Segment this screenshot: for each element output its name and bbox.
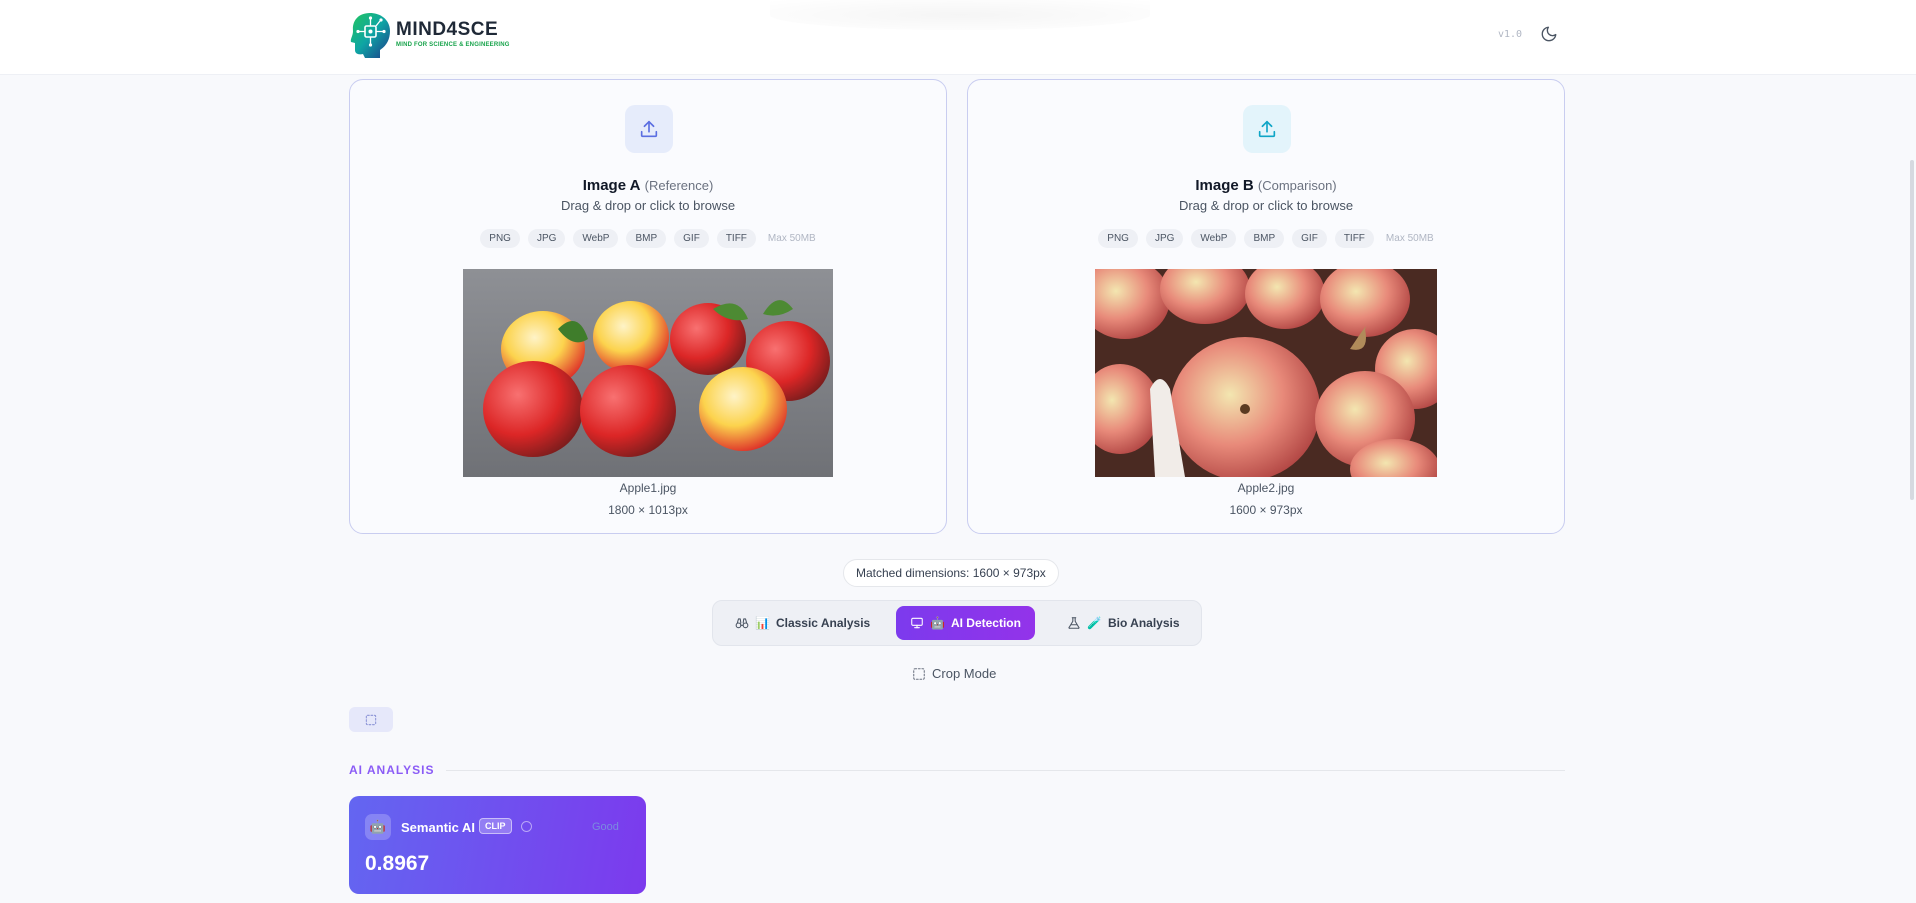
brain-head-icon (348, 10, 392, 60)
expand-button[interactable] (349, 707, 393, 732)
image-b-preview (1095, 269, 1437, 477)
image-b-formats: PNG JPG WebP BMP GIF TIFF Max 50MB (968, 229, 1564, 248)
image-a-filename: Apple1.jpg (619, 481, 677, 495)
section-divider (446, 769, 1565, 771)
tab-classic-analysis[interactable]: 📊 Classic Analysis (721, 606, 884, 640)
ai-card-status: Good (592, 821, 619, 833)
tab-ai-detection[interactable]: 🤖 AI Detection (896, 606, 1035, 640)
robot-icon: 🤖 (365, 814, 391, 840)
image-a-preview (463, 269, 833, 477)
format-badge: GIF (674, 229, 709, 248)
header-glow (770, 0, 1150, 30)
brand-subtitle: MIND FOR SCIENCE & ENGINEERING (396, 41, 510, 48)
format-badge: PNG (1098, 229, 1138, 248)
image-b-role: (Comparison) (1257, 178, 1337, 193)
app-header: MIND4SCE MIND FOR SCIENCE & ENGINEERING … (0, 0, 1916, 75)
image-a-title-text: Image A (582, 177, 641, 194)
format-badge: BMP (1244, 229, 1285, 248)
image-b-dimensions: 1600 × 973px (1229, 503, 1303, 517)
image-b-title: Image B (Comparison) (968, 177, 1564, 194)
semantic-ai-card[interactable]: 🤖 Semantic AI CLIP Good 0.8967 (349, 796, 646, 894)
image-a-hint: Drag & drop or click to browse (560, 198, 736, 213)
clip-badge: CLIP (479, 818, 512, 834)
image-a-title: Image A (Reference) (350, 177, 946, 194)
format-badge: JPG (527, 229, 566, 248)
ai-card-name: Semantic AI (401, 820, 475, 835)
info-icon[interactable] (521, 821, 532, 832)
max-size-label: Max 50MB (767, 233, 816, 244)
page-scrollbar[interactable] (1910, 160, 1914, 500)
ai-analysis-section-header: AI ANALYSIS (349, 763, 1565, 777)
format-badge: TIFF (1334, 229, 1374, 248)
robot-emoji-icon: 🤖 (930, 616, 945, 630)
flask-icon (1068, 617, 1080, 629)
format-badge: WebP (573, 229, 619, 248)
matched-dimensions-badge: Matched dimensions: 1600 × 973px (843, 559, 1059, 587)
format-badge: GIF (1292, 229, 1327, 248)
upload-icon[interactable] (625, 105, 673, 153)
chart-emoji-icon: 📊 (755, 616, 770, 630)
image-a-role: (Reference) (644, 178, 714, 193)
monitor-icon (911, 617, 923, 629)
tab-ai-label: AI Detection (950, 616, 1021, 630)
binoculars-icon (735, 618, 749, 629)
moon-icon[interactable] (1540, 25, 1558, 43)
format-badge: JPG (1145, 229, 1184, 248)
test-tube-emoji-icon: 🧪 (1087, 616, 1102, 630)
image-b-title-text: Image B (1195, 177, 1254, 194)
expand-icon (365, 714, 377, 725)
tab-bio-label: Bio Analysis (1107, 616, 1180, 630)
crop-frame-icon (913, 667, 925, 680)
version-label: v1.0 (1498, 29, 1523, 40)
format-badge: WebP (1191, 229, 1237, 248)
max-size-label: Max 50MB (1385, 233, 1434, 244)
section-title: AI ANALYSIS (349, 763, 435, 777)
brand-logo[interactable]: MIND4SCE MIND FOR SCIENCE & ENGINEERING (348, 10, 510, 60)
brand-title: MIND4SCE (396, 18, 499, 40)
tab-bio-analysis[interactable]: 🧪 Bio Analysis (1053, 606, 1194, 640)
image-a-dimensions: 1800 × 1013px (608, 503, 688, 517)
upload-icon[interactable] (1243, 105, 1291, 153)
image-b-hint: Drag & drop or click to browse (1178, 198, 1354, 213)
analysis-mode-tabs: 📊 Classic Analysis 🤖 AI Detection 🧪 Bio … (712, 600, 1202, 646)
tab-classic-label: Classic Analysis (775, 616, 871, 630)
format-badge: PNG (480, 229, 520, 248)
crop-mode-label: Crop Mode (932, 666, 997, 681)
image-b-dropzone[interactable]: Image B (Comparison) Drag & drop or clic… (967, 79, 1565, 534)
ai-card-score: 0.8967 (365, 852, 430, 875)
format-badge: TIFF (716, 229, 756, 248)
image-a-dropzone[interactable]: Image A (Reference) Drag & drop or click… (349, 79, 947, 534)
format-badge: BMP (626, 229, 667, 248)
crop-mode-toggle[interactable]: Crop Mode (912, 666, 996, 681)
image-b-filename: Apple2.jpg (1237, 481, 1295, 495)
image-a-formats: PNG JPG WebP BMP GIF TIFF Max 50MB (350, 229, 946, 248)
